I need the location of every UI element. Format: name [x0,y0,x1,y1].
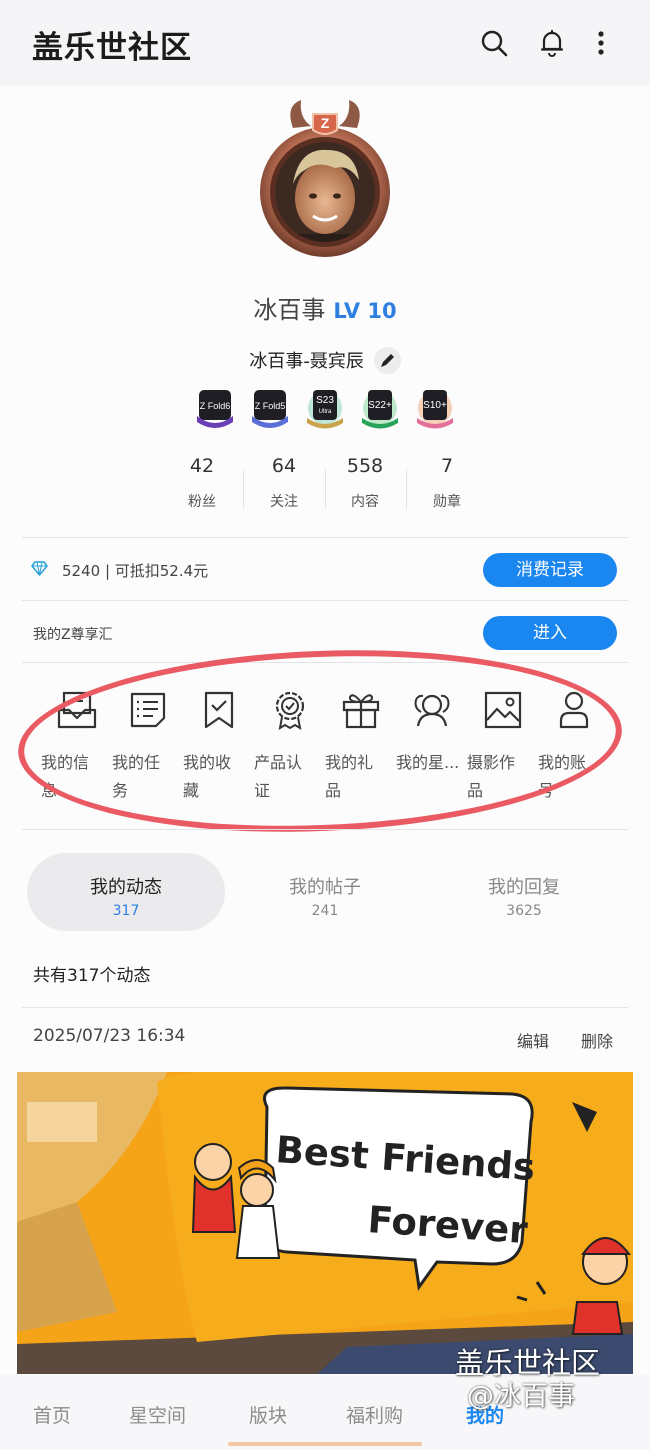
divider [22,600,628,601]
zfold5-badge[interactable]: Z Fold5 [250,388,290,430]
stat-value: 558 [346,455,384,477]
tab-count: 317 [112,903,140,919]
enter-z-hub-button[interactable]: 进入 [483,616,617,650]
task-list-icon[interactable] [128,690,168,730]
stat-label: 关注 [270,494,298,510]
zfold6-badge[interactable]: Z Fold6 [195,388,235,430]
divider [22,537,628,538]
bookmark-icon[interactable] [199,690,239,730]
top-bar: 盖乐世社区 [0,0,650,86]
divider [22,1007,628,1008]
watermark-line: @冰百事 [467,1381,575,1412]
stat-label: 粉丝 [188,494,216,510]
menu-label[interactable]: 我的信息 [41,749,101,805]
badge-text: Z Fold6 [200,401,231,411]
edit-post-button[interactable]: 编辑 [517,1028,549,1052]
stat-value: 64 [271,455,297,477]
app-title: 盖乐世社区 [32,30,192,66]
tab-label: 我的动态 [90,877,162,898]
gift-icon[interactable] [341,690,381,730]
diamond-icon [31,561,48,576]
nav-home[interactable]: 首页 [33,1401,71,1428]
stat-medals[interactable]: 7 勋章 [407,455,487,511]
image-icon[interactable] [483,690,523,730]
badge-text: S22+ [368,400,392,411]
badge-text: S23 [316,395,334,406]
badge-row: Z Fold6 Z Fold5 S23 Ultra S22+ S10+ [195,388,457,432]
watermark-line: 盖乐世社区 [455,1346,601,1380]
nickname: 冰百事-聂宾辰 [249,351,364,372]
stat-value: 42 [189,455,215,477]
stat-content[interactable]: 558 内容 [325,455,405,511]
menu-label[interactable]: 我的礼品 [325,749,385,805]
nav-boards[interactable]: 版块 [249,1401,287,1428]
nickname-row: 冰百事-聂宾辰 [0,346,650,376]
avatar[interactable]: Z [255,98,395,268]
watermark: 盖乐世社区 @冰百事 [455,1345,600,1415]
inbox-icon[interactable] [57,690,97,730]
s10plus-badge[interactable]: S10+ [415,388,455,430]
activity-total: 共有317个动态 [33,966,151,986]
nav-star-space[interactable]: 星空间 [129,1401,186,1428]
stats-row: 42 粉丝 64 关注 558 内容 7 勋章 [162,455,488,525]
person-icon[interactable] [554,690,594,730]
menu-label[interactable]: 产品认证 [254,749,314,805]
badge-text: S10+ [423,400,447,411]
tab-count: 241 [311,903,339,919]
search-icon[interactable] [479,28,509,58]
tab-count: 3625 [506,903,542,919]
nav-welfare-shop[interactable]: 福利购 [346,1401,403,1428]
divider [22,662,628,663]
certified-badge-icon[interactable] [270,690,310,730]
z-hub-label: 我的Z尊享汇 [33,627,113,643]
more-vertical-icon[interactable] [586,28,616,58]
level-badge: LV 10 [333,299,397,323]
highlight-annotation-ring [14,639,626,843]
s22plus-badge[interactable]: S22+ [360,388,400,430]
stat-following[interactable]: 64 关注 [244,455,324,511]
menu-label[interactable]: 我的收藏 [183,749,243,805]
tab-label: 我的回复 [488,877,560,898]
badge-subtext: Ultra [319,409,332,415]
divider [22,829,628,830]
tab-label: 我的帖子 [289,877,361,898]
username: 冰百事 [253,296,326,324]
s23-ultra-badge[interactable]: S23 Ultra [305,388,345,430]
nav-indicator [228,1442,422,1446]
points-balance: 5240 | 可抵扣52.4元 [62,562,209,580]
edit-nickname-button[interactable] [373,346,401,374]
pencil-icon [380,353,394,367]
tab-my-activity[interactable]: 我的动态 317 [27,873,225,919]
svg-text:Z: Z [321,115,330,131]
tab-my-posts[interactable]: 我的帖子 241 [226,873,424,919]
menu-label[interactable]: 我的星... [396,749,468,777]
post-timestamp: 2025/07/23 16:34 [33,1026,186,1046]
profile-name-row: 冰百事 LV 10 [0,290,650,325]
stat-label: 勋章 [433,494,461,510]
menu-label[interactable]: 我的任务 [112,749,172,805]
stat-followers[interactable]: 42 粉丝 [162,455,242,511]
tab-my-replies[interactable]: 我的回复 3625 [425,873,623,919]
consumption-record-button[interactable]: 消费记录 [483,553,617,587]
badge-text: Z Fold5 [255,401,286,411]
group-icon[interactable] [412,690,452,730]
post-photo-illustration: Best Friends Forever [17,1072,633,1374]
bell-icon[interactable] [537,28,567,58]
delete-post-button[interactable]: 删除 [581,1028,613,1052]
menu-label[interactable]: 摄影作品 [467,749,527,805]
stat-value: 7 [440,455,454,477]
post-image[interactable]: Best Friends Forever [17,1072,633,1374]
menu-label[interactable]: 我的账号 [538,749,598,805]
stat-label: 内容 [351,494,379,510]
